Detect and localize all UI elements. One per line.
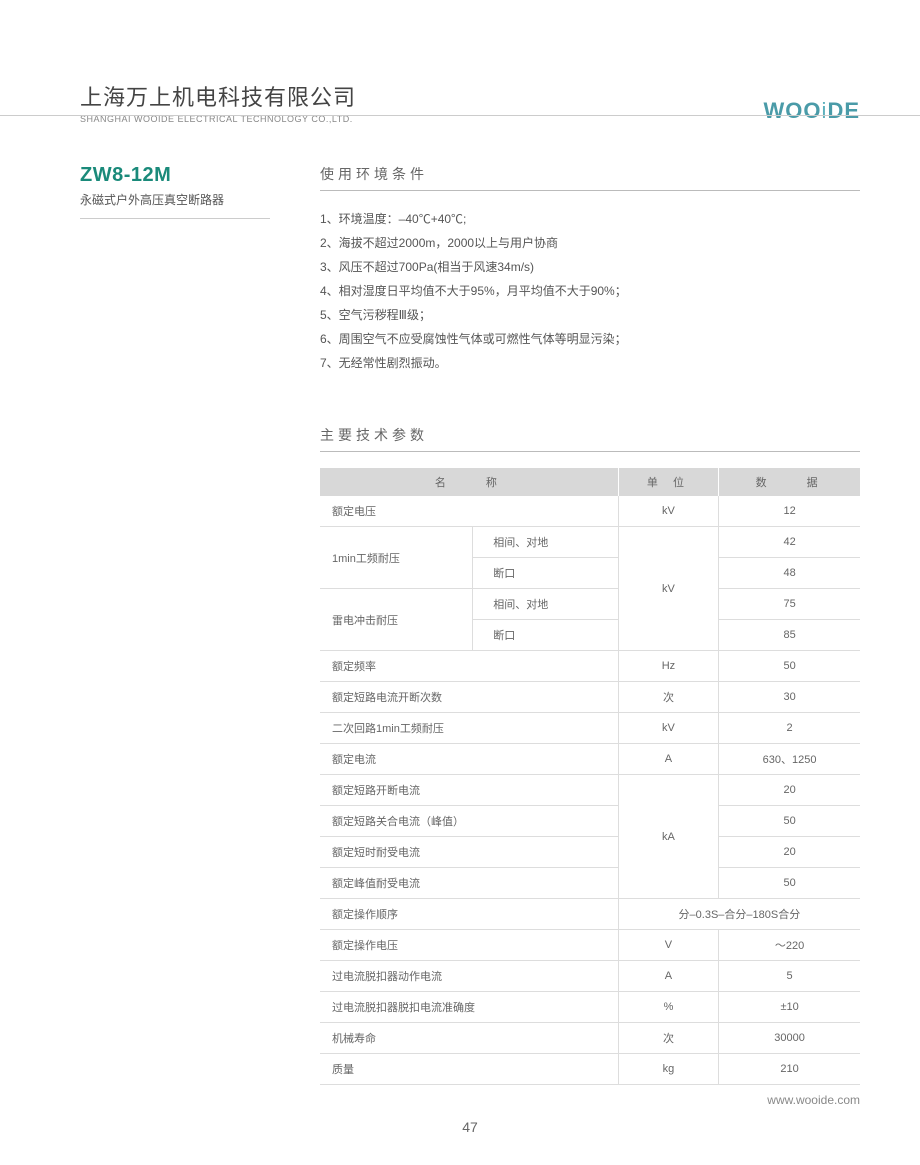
table-row: 过电流脱扣器脱扣电流准确度 % ±10 [320,992,860,1023]
logo-part-1: WOO [764,98,822,123]
cell-unit: V [618,930,718,961]
cell-data: 48 [719,558,860,589]
th-unit: 单 位 [618,468,718,496]
cell-sub: 相间、对地 [473,589,619,620]
cell-unit: kg [618,1054,718,1085]
cell-unit: % [618,992,718,1023]
th-name: 名 称 [320,468,618,496]
table-row: 额定频率 Hz 50 [320,651,860,682]
cell-data: 50 [719,651,860,682]
table-row: 雷电冲击耐压 相间、对地 75 [320,589,860,620]
cell-data: 分–0.3S–合分–180S合分 [618,899,860,930]
cell-name: 额定短路开断电流 [320,775,618,806]
cell-data: 42 [719,527,860,558]
section-env-title: 使用环境条件 [320,164,860,191]
cell-unit: A [618,744,718,775]
cell-data: ～220 [719,930,860,961]
cell-name: 质量 [320,1054,618,1085]
cell-name: 额定短路电流开断次数 [320,682,618,713]
cell-name: 1min工频耐压 [320,527,473,589]
cell-unit: kV [618,496,718,527]
cell-name: 过电流脱扣器脱扣电流准确度 [320,992,618,1023]
cell-name: 额定操作顺序 [320,899,618,930]
product-subtitle: 永磁式户外高压真空断路器 [80,191,270,219]
logo-part-2: DE [827,98,860,123]
cell-data: 210 [719,1054,860,1085]
cell-name: 额定电压 [320,496,618,527]
cell-data: 20 [719,775,860,806]
cell-unit: kA [618,775,718,899]
table-row: 额定短路关合电流（峰值） 50 [320,806,860,837]
env-conditions-list: 1、环境温度：–40℃+40℃; 2、海拔不超过2000m，2000以上与用户协… [320,207,860,375]
cell-data: 12 [719,496,860,527]
brand-logo: WOOiDE [764,98,860,124]
cell-data: 30 [719,682,860,713]
th-data: 数 据 [719,468,860,496]
cell-name: 额定频率 [320,651,618,682]
footer-url: www.wooide.com [320,1093,860,1107]
table-row: 额定短时耐受电流 20 [320,837,860,868]
company-name-cn: 上海万上机电科技有限公司 [80,80,356,112]
cell-sub: 相间、对地 [473,527,619,558]
cell-name: 雷电冲击耐压 [320,589,473,651]
env-item: 3、风压不超过700Pa(相当于风速34m/s) [320,255,860,279]
cell-data: 75 [719,589,860,620]
cell-data: ±10 [719,992,860,1023]
table-row: 额定短路开断电流 kA 20 [320,775,860,806]
header-divider [0,115,920,116]
env-item: 7、无经常性剧烈振动。 [320,351,860,375]
cell-name: 额定操作电压 [320,930,618,961]
cell-data: 20 [719,837,860,868]
table-row: 机械寿命 次 30000 [320,1023,860,1054]
cell-name: 机械寿命 [320,1023,618,1054]
cell-data: 85 [719,620,860,651]
table-row: 额定电流 A 630、1250 [320,744,860,775]
env-item: 6、周围空气不应受腐蚀性气体或可燃性气体等明显污染； [320,327,860,351]
cell-name: 额定短路关合电流（峰值） [320,806,618,837]
cell-name: 额定短时耐受电流 [320,837,618,868]
cell-name: 二次回路1min工频耐压 [320,713,618,744]
cell-unit: 次 [618,1023,718,1054]
section-params-title: 主要技术参数 [320,425,860,452]
cell-sub: 断口 [473,558,619,589]
right-column: 使用环境条件 1、环境温度：–40℃+40℃; 2、海拔不超过2000m，200… [320,164,860,1107]
cell-unit: kV [618,527,718,651]
table-row: 额定峰值耐受电流 50 [320,868,860,899]
env-item: 4、相对湿度日平均值不大于95%，月平均值不大于90%； [320,279,860,303]
cell-unit: 次 [618,682,718,713]
table-row: 1min工频耐压 相间、对地 kV 42 [320,527,860,558]
cell-data: 50 [719,868,860,899]
cell-sub: 断口 [473,620,619,651]
env-item: 1、环境温度：–40℃+40℃; [320,207,860,231]
cell-data: 2 [719,713,860,744]
company-block: 上海万上机电科技有限公司 SHANGHAI WOOIDE ELECTRICAL … [80,80,356,124]
left-column: ZW8-12M 永磁式户外高压真空断路器 [80,164,270,1107]
cell-data: 630、1250 [719,744,860,775]
cell-name: 额定电流 [320,744,618,775]
cell-unit: kV [618,713,718,744]
cell-unit: Hz [618,651,718,682]
cell-data: 5 [719,961,860,992]
table-row: 过电流脱扣器动作电流 A 5 [320,961,860,992]
cell-unit: A [618,961,718,992]
table-row: 额定操作顺序 分–0.3S–合分–180S合分 [320,899,860,930]
cell-name: 额定峰值耐受电流 [320,868,618,899]
page-number: 47 [80,1119,860,1135]
table-row: 额定操作电压 V ～220 [320,930,860,961]
env-item: 2、海拔不超过2000m，2000以上与用户协商 [320,231,860,255]
env-item: 5、空气污秽程Ⅲ级； [320,303,860,327]
cell-data: 30000 [719,1023,860,1054]
product-model: ZW8-12M [80,164,270,187]
table-header-row: 名 称 单 位 数 据 [320,468,860,496]
params-table: 名 称 单 位 数 据 额定电压 kV 12 1min工频耐压 相间、对地 k [320,468,860,1085]
table-row: 额定电压 kV 12 [320,496,860,527]
table-row: 二次回路1min工频耐压 kV 2 [320,713,860,744]
page-header: 上海万上机电科技有限公司 SHANGHAI WOOIDE ELECTRICAL … [80,80,860,124]
table-row: 额定短路电流开断次数 次 30 [320,682,860,713]
table-row: 质量 kg 210 [320,1054,860,1085]
content-area: ZW8-12M 永磁式户外高压真空断路器 使用环境条件 1、环境温度：–40℃+… [80,164,860,1107]
cell-name: 过电流脱扣器动作电流 [320,961,618,992]
cell-data: 50 [719,806,860,837]
